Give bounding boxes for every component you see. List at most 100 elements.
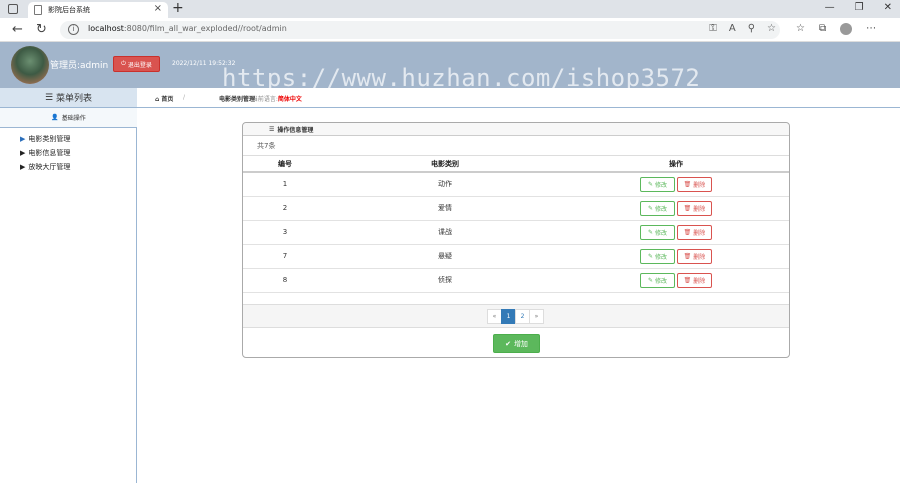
favorites-icon[interactable]: ☆ [796,23,805,35]
profile-avatar-icon[interactable] [840,23,853,35]
admin-label: 管理员:admin [50,61,109,71]
back-icon[interactable]: ← [12,23,23,36]
caret-right-icon: ▶ [20,135,26,143]
url-field[interactable]: i localhost:8080/film_all_war_exploded//… [60,21,780,39]
refresh-icon[interactable]: ↻ [36,23,47,36]
user-icon: 👤 [51,114,59,121]
trash-icon: 🗑 [683,252,692,260]
sidebar-item-category[interactable]: ▶ 电影类别管理 [20,132,70,146]
pencil-icon: ✎ [647,180,653,188]
trash-icon: 🗑 [683,180,692,188]
delete-button[interactable]: 🗑 删除 [677,224,712,240]
home-icon: ⌂ [155,96,160,103]
favorite-star-icon[interactable]: ☆ [767,23,776,34]
logout-button[interactable]: ⏻ 退出登录 [113,56,160,72]
category-table: 编号 电影类别 操作 1 动作 ✎ 修改 🗑 删除 2 爱情 ✎ 修改 🗑 删除 3 谍战 ✎ 修改 🗑 删除 7 悬… [243,156,789,293]
breadcrumb-home[interactable]: ⌂ 首页 [155,94,173,103]
cell-actions: ✎ 修改 🗑 删除 [563,220,789,245]
list-icon: ☰ [269,125,275,133]
more-menu-icon[interactable]: ⋯ [866,23,876,35]
browser-tab[interactable]: 影院后台系统 × [28,2,168,18]
table-row: 1 动作 ✎ 修改 🗑 删除 [243,172,789,197]
edit-button[interactable]: ✎ 修改 [640,248,675,264]
page-next[interactable]: » [529,308,544,324]
add-button[interactable]: ✔ 增加 [493,334,540,353]
delete-button[interactable]: 🗑 删除 [677,176,712,192]
table-row: 7 悬疑 ✎ 修改 🗑 删除 [243,244,789,269]
column-header: 操作 [563,156,789,173]
cell-id: 2 [243,196,327,221]
app-header: 管理员:admin ⏻ 退出登录 2022/12/11 19:52:32 htt… [0,42,900,92]
collections-icon[interactable]: ⧉ [819,23,826,35]
info-icon[interactable]: i [68,24,79,35]
cell-category: 谍战 [327,220,563,245]
trash-icon: 🗑 [683,204,692,212]
page-1[interactable]: 1 [501,308,516,324]
cell-actions: ✎ 修改 🗑 删除 [563,268,789,293]
edit-button[interactable]: ✎ 修改 [640,176,675,192]
cell-actions: ✎ 修改 🗑 删除 [563,172,789,197]
pagination-row: « 1 2 » [243,304,789,328]
table-row: 8 侦探 ✎ 修改 🗑 删除 [243,268,789,293]
breadcrumb-separator: / [183,94,186,101]
url-text: localhost:8080/film_all_war_exploded//ro… [88,24,287,33]
close-window-icon[interactable]: ✕ [884,2,892,13]
breadcrumb-language: / 当前语言:简体中文 [246,96,302,103]
edit-button[interactable]: ✎ 修改 [640,224,675,240]
section-basic-ops[interactable]: 👤 基础操作 [0,108,137,128]
edit-button[interactable]: ✎ 修改 [640,200,675,216]
delete-button[interactable]: 🗑 删除 [677,272,712,288]
minimize-icon[interactable]: — [825,2,835,13]
pencil-icon: ✎ [647,204,653,212]
page-icon [34,5,42,15]
check-icon: ✔ [505,339,511,348]
admin-avatar [11,46,49,84]
restore-icon[interactable]: ❐ [855,2,864,13]
sidebar-item-movie-info[interactable]: ▶ 电影信息管理 [20,146,70,160]
cell-id: 7 [243,244,327,269]
key-icon[interactable]: ⚿ [709,23,717,34]
caret-right-icon: ▶ [20,163,26,171]
list-icon: ☰ [44,92,54,103]
page-prev[interactable]: « [487,308,502,324]
cell-category: 爱情 [327,196,563,221]
close-tab-icon[interactable]: × [154,3,162,14]
cell-category: 侦探 [327,268,563,293]
table-row: 2 爱情 ✎ 修改 🗑 删除 [243,196,789,221]
page-2[interactable]: 2 [515,308,530,324]
trash-icon: 🗑 [683,228,692,236]
delete-button[interactable]: 🗑 删除 [677,248,712,264]
window-menu-icon[interactable] [8,4,18,14]
read-aloud-icon[interactable]: A [729,23,736,34]
zoom-icon[interactable]: ⚲ [748,23,755,34]
table-row: 3 谍战 ✎ 修改 🗑 删除 [243,220,789,245]
sidebar-item-hall[interactable]: ▶ 放映大厅管理 [20,160,70,174]
menu-title: ☰ 菜单列表 [0,88,137,108]
breadcrumb: ⌂ 首页 / 电影类别管理 / 当前语言:简体中文 [137,88,900,108]
browser-tabbar: 影院后台系统 × + — ❐ ✕ [0,0,900,18]
info-panel: ☰ 操作信息管理 共7条 编号 电影类别 操作 1 动作 ✎ 修改 🗑 删除 2 爱情 ✎ 修改 🗑… [242,122,790,358]
browser-toolbar: ☆ ⧉ ⋯ [796,23,876,35]
pencil-icon: ✎ [647,252,653,260]
panel-header: ☰ 操作信息管理 [243,123,789,136]
address-bar-row: ← ↻ i localhost:8080/film_all_war_explod… [0,18,900,42]
pencil-icon: ✎ [647,228,653,236]
column-header: 编号 [243,156,327,173]
new-tab-icon[interactable]: + [172,0,184,16]
edit-button[interactable]: ✎ 修改 [640,272,675,288]
cell-actions: ✎ 修改 🗑 删除 [563,244,789,269]
trash-icon: 🗑 [683,276,692,284]
tab-title: 影院后台系统 [48,6,90,14]
window-controls: — ❐ ✕ [825,2,892,13]
cell-id: 3 [243,220,327,245]
sidebar-menu: ▶ 电影类别管理 ▶ 电影信息管理 ▶ 放映大厅管理 [20,132,70,174]
url-actions: ⚿ A ⚲ ☆ [709,23,776,34]
cell-actions: ✎ 修改 🗑 删除 [563,196,789,221]
caret-right-icon: ▶ [20,149,26,157]
pagination: « 1 2 » [487,308,544,324]
cell-category: 动作 [327,172,563,197]
delete-button[interactable]: 🗑 删除 [677,200,712,216]
cell-id: 1 [243,172,327,197]
cell-id: 8 [243,268,327,293]
logout-label: 退出登录 [127,61,152,69]
